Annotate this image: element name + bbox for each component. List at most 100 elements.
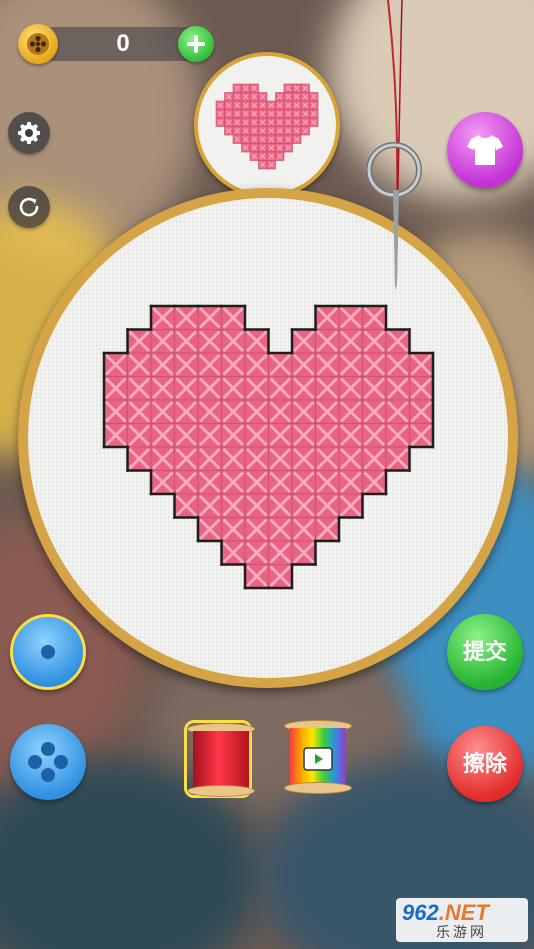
cross-stitch-cell: [385, 423, 410, 448]
rainbow-thread-video-spool[interactable]: [284, 720, 352, 798]
cross-stitch-cell: [338, 376, 363, 401]
cross-stitch-cell: [315, 376, 340, 401]
preview-stitch: [283, 109, 293, 119]
preview-stitch: [266, 109, 276, 119]
preview-stitch: [283, 126, 293, 136]
cross-stitch-cell: [197, 329, 222, 354]
cross-stitch-cell: [244, 352, 269, 377]
preview-stitch: [249, 134, 259, 144]
cross-stitch-cell: [268, 540, 293, 565]
cross-stitch-cell: [174, 470, 199, 495]
cross-stitch-cell: [268, 352, 293, 377]
cross-stitch-cell: [315, 493, 340, 518]
preview-stitch: [266, 143, 276, 153]
cross-stitch-cell: [268, 376, 293, 401]
cross-stitch-cell: [385, 376, 410, 401]
cross-stitch-cell: [127, 376, 152, 401]
cross-stitch-cell: [197, 470, 222, 495]
preview-stitch: [300, 92, 310, 102]
preview-stitch: [283, 100, 293, 110]
cross-stitch-cell: [385, 329, 410, 354]
shirt-button[interactable]: [447, 112, 523, 188]
cross-stitch-cell: [150, 305, 175, 330]
cross-stitch-cell: [150, 329, 175, 354]
cross-stitch-cell: [362, 329, 387, 354]
preview-stitch: [292, 92, 302, 102]
preview-stitch: [258, 109, 268, 119]
preview-stitch: [224, 100, 234, 110]
single-hole-button-icon: [41, 645, 55, 659]
embroidery-hoop: [18, 188, 518, 688]
cross-stitch-cell: [338, 423, 363, 448]
cross-stitch-cell: [291, 446, 316, 471]
multi-stitch-button[interactable]: [10, 724, 86, 800]
cross-stitch-cell: [385, 446, 410, 471]
settings-button[interactable]: [8, 112, 50, 154]
preview-stitch: [258, 92, 268, 102]
cross-stitch-cell: [362, 352, 387, 377]
stitch-canvas[interactable]: [28, 198, 508, 678]
cross-stitch-cell: [338, 329, 363, 354]
erase-button[interactable]: 擦除: [447, 726, 523, 802]
cross-stitch-cell: [127, 446, 152, 471]
cross-stitch-cell: [221, 352, 246, 377]
preview-stitch: [215, 100, 225, 110]
submit-button[interactable]: 提交: [447, 614, 523, 690]
cross-stitch-cell: [291, 517, 316, 542]
preview-stitch: [309, 92, 319, 102]
cross-stitch-cell: [315, 399, 340, 424]
cross-stitch-cell: [244, 564, 269, 589]
preview-stitch: [275, 151, 285, 161]
preview-stitch: [266, 134, 276, 144]
preview-stitch: [300, 109, 310, 119]
heart-pattern-preview: [215, 83, 319, 170]
cross-stitch-cell: [221, 305, 246, 330]
cross-stitch-cell: [103, 352, 128, 377]
cross-stitch-cell: [291, 376, 316, 401]
preview-stitch: [249, 126, 259, 136]
preview-stitch: [224, 109, 234, 119]
preview-stitch: [241, 109, 251, 119]
cross-stitch-cell: [244, 376, 269, 401]
cross-stitch-cell: [244, 493, 269, 518]
preview-stitch: [232, 83, 242, 93]
cross-stitch-cell: [174, 305, 199, 330]
cross-stitch-cell: [409, 352, 434, 377]
preview-stitch: [266, 117, 276, 127]
cross-stitch-cell: [174, 329, 199, 354]
preview-stitch: [309, 117, 319, 127]
cross-stitch-cell: [315, 329, 340, 354]
cross-stitch-cell: [362, 399, 387, 424]
preview-stitch: [275, 134, 285, 144]
preview-stitch: [232, 92, 242, 102]
red-thread-spool[interactable]: [184, 720, 255, 798]
preview-stitch: [232, 117, 242, 127]
cross-stitch-cell: [315, 305, 340, 330]
single-stitch-button[interactable]: [10, 614, 86, 690]
cross-stitch-cell: [268, 423, 293, 448]
cross-stitch-cell: [338, 352, 363, 377]
stitch-grid[interactable]: [28, 198, 508, 678]
cross-stitch-cell: [221, 376, 246, 401]
cross-stitch-cell: [338, 493, 363, 518]
preview-stitch: [283, 83, 293, 93]
preview-stitch: [275, 117, 285, 127]
cross-stitch-cell: [174, 352, 199, 377]
preview-stitch: [283, 117, 293, 127]
preview-stitch: [283, 134, 293, 144]
cross-stitch-cell: [221, 399, 246, 424]
cross-stitch-cell: [291, 399, 316, 424]
cross-stitch-cell: [174, 493, 199, 518]
video-icon: [303, 747, 333, 771]
preview-stitch: [258, 134, 268, 144]
cross-stitch-cell: [103, 376, 128, 401]
cross-stitch-cell: [174, 446, 199, 471]
preview-stitch: [249, 143, 259, 153]
cross-stitch-cell: [127, 423, 152, 448]
cross-stitch-cell: [197, 517, 222, 542]
cross-stitch-cell: [244, 329, 269, 354]
preview-stitch: [215, 117, 225, 127]
cross-stitch-cell: [291, 423, 316, 448]
preview-stitch: [292, 134, 302, 144]
cross-stitch-cell: [197, 352, 222, 377]
